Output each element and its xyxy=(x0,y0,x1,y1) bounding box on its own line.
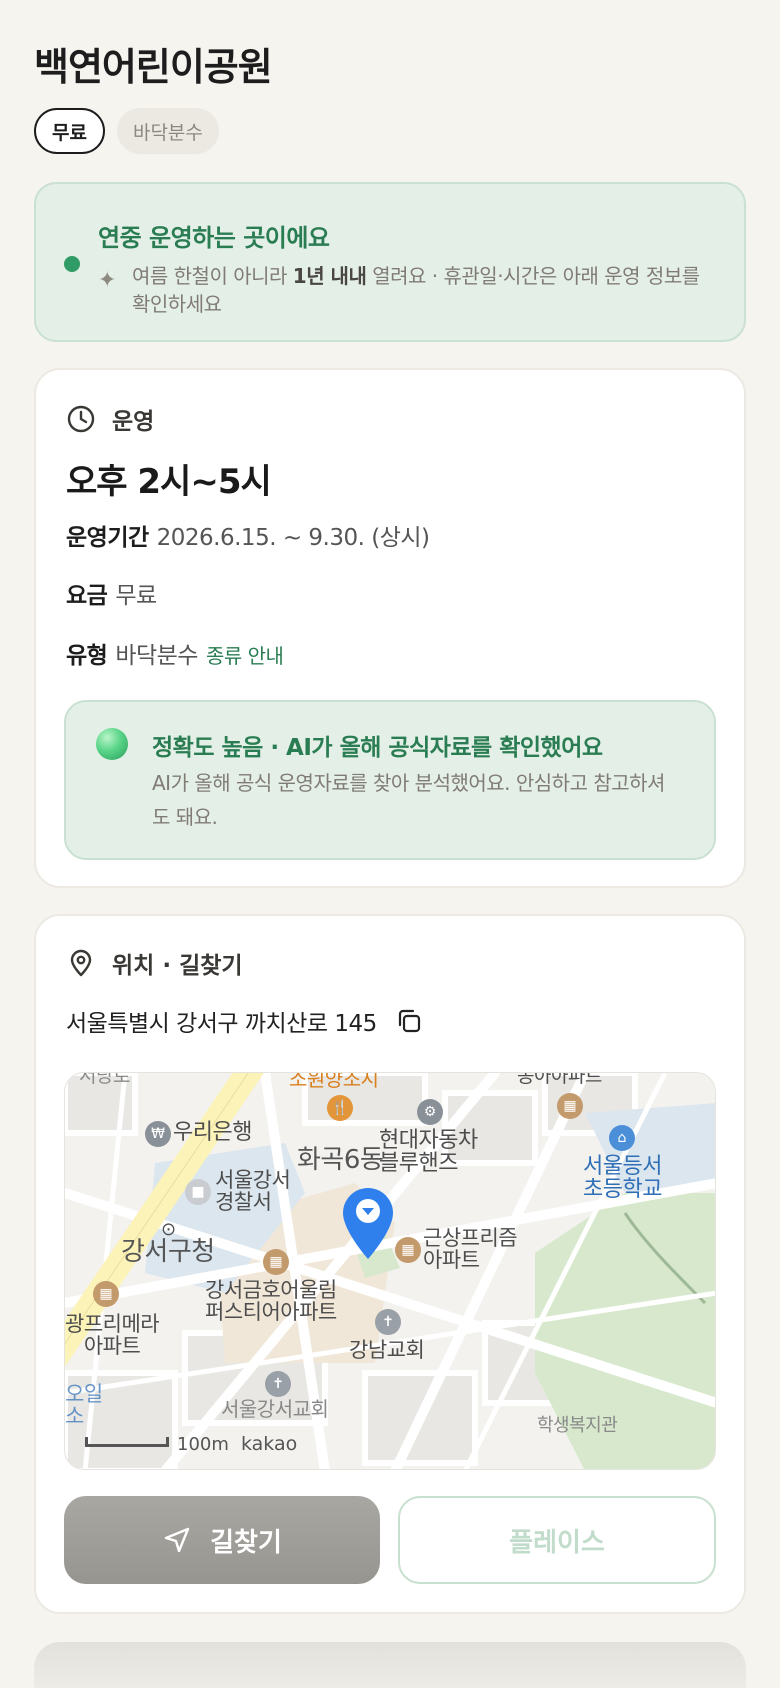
clock-icon xyxy=(66,404,96,434)
fee-row: 요금 무료 xyxy=(66,576,157,610)
apartment-poi-icon: ▦ xyxy=(263,1249,289,1275)
operating-hours: 오후 2시~5시 xyxy=(66,462,272,502)
school-poi-icon: ⌂ xyxy=(609,1125,635,1151)
place-button-label: 플레이스 xyxy=(509,1527,605,1558)
ai-accuracy-box: 정확도 높음 · AI가 올해 공식자료를 확인했어요 AI가 올해 공식 운영… xyxy=(64,700,716,860)
map-label-welfare-center: 학생복지관 xyxy=(537,1415,618,1436)
notice-description: 여름 한철이 아니라 1년 내내 열려요 · 휴관일·시간은 아래 운영 정보를… xyxy=(132,264,700,316)
status-dot xyxy=(64,256,80,272)
car-service-poi-icon: ⚙ xyxy=(417,1099,443,1125)
period-row: 운영기간 2026.6.15. ~ 9.30. (상시) xyxy=(66,518,430,552)
map-label-top-left: 서당로 xyxy=(79,1072,130,1087)
sparkle-icon: ✦ xyxy=(98,268,117,293)
location-pin-icon xyxy=(66,948,96,978)
ai-accuracy-description: AI가 올해 공식 운영자료를 찾아 분석했어요. 안심하고 참고하셔도 돼요. xyxy=(152,771,665,829)
operation-card: 운영 오후 2시~5시 운영기간 2026.6.15. ~ 9.30. (상시) … xyxy=(34,368,746,888)
type-label: 유형 xyxy=(66,643,108,669)
map-label-top-mid: 소원양조시 xyxy=(289,1072,379,1091)
bank-poi-icon: ₩ xyxy=(145,1121,171,1147)
copy-icon[interactable] xyxy=(395,1007,423,1035)
map-label-woori-bank: 우리은행 xyxy=(173,1120,252,1145)
type-row: 유형 바닥분수 종류 안내 xyxy=(66,636,284,670)
map-scale-text: 100m xyxy=(177,1434,229,1455)
map-view[interactable]: 서당로 소원양조시 🍴 동아아파트 ▦ ₩ 우리은행 ⚙ 현대자동차 블루핸즈 … xyxy=(64,1072,716,1470)
location-section-header: 위치 · 길찾기 xyxy=(66,946,243,980)
map-label-left-bottom: 오일 소 xyxy=(65,1382,103,1429)
map-label-hyundai-bluehands: 현대자동차 블루핸즈 xyxy=(379,1128,478,1177)
map-label-gangseo-office: 강서구청 xyxy=(121,1237,215,1267)
church-poi-icon: ✝ xyxy=(375,1309,401,1335)
map-label-elementary-school: 서울등서 초등학교 xyxy=(583,1154,662,1203)
navigation-arrow-icon xyxy=(162,1525,192,1555)
map-label-gwang-apartment: 광프리메라 아파트 xyxy=(65,1312,160,1359)
apartment-poi-icon: ▦ xyxy=(93,1281,119,1307)
apartment-poi-icon: ▦ xyxy=(557,1093,583,1119)
tag-chips: 무료 바닥분수 xyxy=(34,108,219,154)
map-label-gangseo-church: 서울강서교회 xyxy=(221,1397,329,1421)
police-poi-icon: ■ xyxy=(185,1179,211,1205)
directions-button[interactable]: 길찾기 xyxy=(64,1496,380,1584)
apartment-poi-icon: ▦ xyxy=(395,1237,421,1263)
map-label-gangnam-church: 강남교회 xyxy=(349,1338,425,1362)
chip-floor-fountain[interactable]: 바닥분수 xyxy=(116,108,219,154)
fee-label: 요금 xyxy=(66,583,108,609)
place-button[interactable]: 플레이스 xyxy=(398,1496,716,1584)
period-value: 2026.6.15. ~ 9.30. (상시) xyxy=(156,525,430,551)
directions-button-label: 길찾기 xyxy=(210,1527,282,1558)
fee-value: 무료 xyxy=(115,583,157,609)
map-label-top-right: 동아아파트 xyxy=(517,1072,602,1087)
map-label-geunsang-apartment: 근상프리즘 아파트 xyxy=(423,1226,518,1273)
period-label: 운영기간 xyxy=(66,525,149,551)
map-label-geumho-apartment: 강서금호어울림 퍼스티어아파트 xyxy=(205,1278,337,1325)
type-value: 바닥분수 xyxy=(115,643,198,669)
operation-section-label: 운영 xyxy=(112,409,155,435)
map-brand-logo: kakao xyxy=(241,1433,298,1455)
operation-section-header: 운영 xyxy=(66,402,154,436)
ai-orb-icon xyxy=(96,728,128,760)
address-text: 서울특별시 강서구 까치산로 145 xyxy=(66,1011,377,1037)
year-round-notice: 연중 운영하는 곳이에요 ✦ 여름 한철이 아니라 1년 내내 열려요 · 휴관… xyxy=(34,182,746,342)
location-card: 위치 · 길찾기 서울특별시 강서구 까치산로 145 서당로 소원양조시 🍴 … xyxy=(34,914,746,1614)
chip-free[interactable]: 무료 xyxy=(34,108,105,154)
map-label-hwagok: 화곡6동 xyxy=(297,1145,384,1175)
map-scale-bar xyxy=(85,1437,169,1447)
map-label-police-station: 서울강서 경찰서 xyxy=(215,1168,291,1215)
notice-title: 연중 운영하는 곳이에요 xyxy=(98,224,330,252)
church-poi-icon: ✝ xyxy=(265,1371,291,1397)
restaurant-poi-icon: 🍴 xyxy=(327,1095,353,1121)
page-title: 백연어린이공원 xyxy=(34,45,273,89)
type-guide-link[interactable]: 종류 안내 xyxy=(206,644,284,668)
next-card-peek xyxy=(34,1642,746,1688)
place-detail-page: 백연어린이공원 무료 바닥분수 연중 운영하는 곳이에요 ✦ 여름 한철이 아니… xyxy=(0,0,780,1688)
address-row: 서울특별시 강서구 까치산로 145 xyxy=(66,1004,423,1038)
ai-accuracy-title: 정확도 높음 · AI가 올해 공식자료를 확인했어요 xyxy=(152,735,603,761)
location-section-label: 위치 · 길찾기 xyxy=(112,953,243,979)
